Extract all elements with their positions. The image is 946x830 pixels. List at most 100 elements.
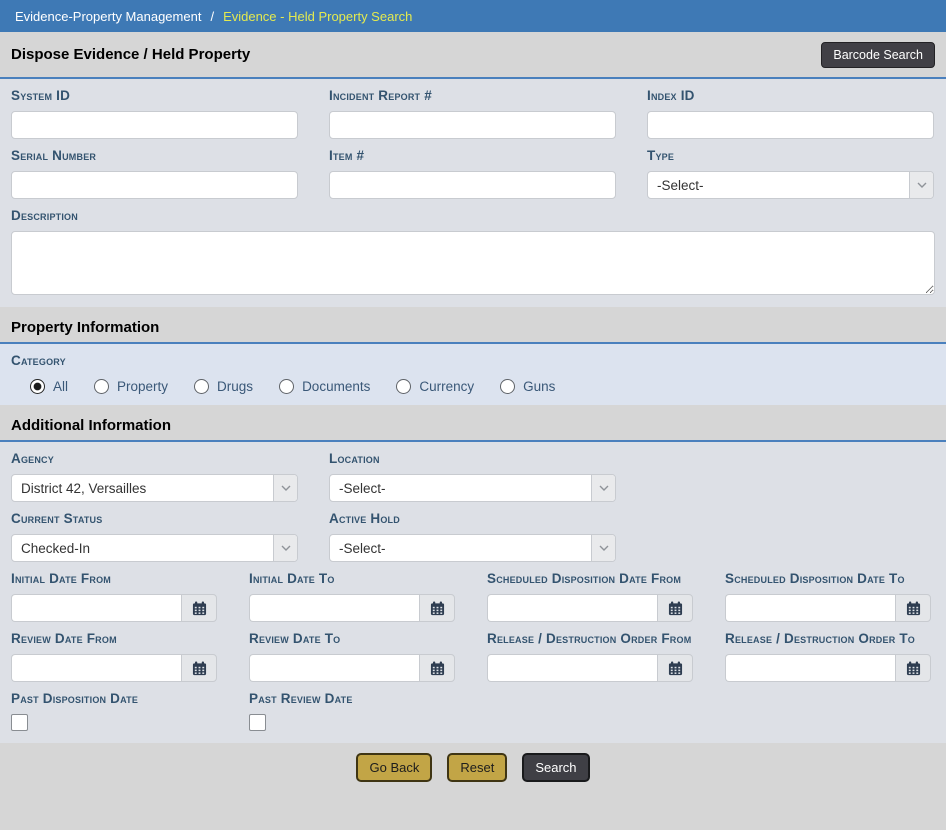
location-field: Location -Select- — [329, 450, 616, 502]
calendar-icon[interactable] — [419, 594, 455, 622]
category-radio-all[interactable] — [30, 379, 45, 394]
release-order-to-label: Release / Destruction Order To — [725, 630, 931, 648]
release-order-from-field: Release / Destruction Order From — [487, 630, 693, 682]
initial-date-to-field: Initial Date To — [249, 570, 455, 622]
description-input[interactable] — [11, 231, 935, 295]
system-id-input[interactable] — [11, 111, 298, 139]
category-option-all-label: All — [53, 379, 68, 394]
agency-field: Agency District 42, Versailles — [11, 450, 298, 502]
category-option-property[interactable]: Property — [94, 379, 168, 394]
past-review-date-checkbox[interactable] — [249, 714, 266, 731]
initial-date-from-field: Initial Date From — [11, 570, 217, 622]
breadcrumb-separator: / — [210, 9, 214, 24]
incident-report-field: Incident Report # — [329, 87, 616, 139]
category-radio-documents[interactable] — [279, 379, 294, 394]
type-select-value: -Select- — [648, 172, 909, 198]
agency-label: Agency — [11, 450, 298, 468]
category-option-guns-label: Guns — [523, 379, 555, 394]
past-review-date-field: Past Review Date — [249, 690, 455, 734]
serial-number-field: Serial Number — [11, 147, 298, 199]
calendar-icon[interactable] — [657, 654, 693, 682]
agency-select-value: District 42, Versailles — [12, 475, 273, 501]
current-status-field: Current Status Checked-In — [11, 510, 298, 562]
agency-select[interactable]: District 42, Versailles — [11, 474, 298, 502]
additional-information-title: Additional Information — [11, 417, 935, 434]
property-information-title: Property Information — [11, 319, 935, 336]
reset-button[interactable]: Reset — [447, 753, 507, 782]
category-option-currency[interactable]: Currency — [396, 379, 474, 394]
category-label: Category — [11, 352, 935, 370]
title-row: Dispose Evidence / Held Property Barcode… — [0, 32, 946, 77]
breadcrumb-parent-link[interactable]: Evidence-Property Management — [15, 9, 201, 24]
active-hold-select-value: -Select- — [330, 535, 591, 561]
category-radio-property[interactable] — [94, 379, 109, 394]
scheduled-disposition-to-field: Scheduled Disposition Date To — [725, 570, 931, 622]
calendar-icon[interactable] — [895, 594, 931, 622]
location-label: Location — [329, 450, 616, 468]
calendar-icon[interactable] — [419, 654, 455, 682]
calendar-icon[interactable] — [181, 594, 217, 622]
index-id-field: Index ID — [647, 87, 934, 139]
incident-report-input[interactable] — [329, 111, 616, 139]
chevron-down-icon — [273, 475, 297, 501]
past-disposition-date-checkbox[interactable] — [11, 714, 28, 731]
barcode-search-button[interactable]: Barcode Search — [821, 42, 935, 68]
scheduled-disposition-to-label: Scheduled Disposition Date To — [725, 570, 931, 588]
review-date-from-label: Review Date From — [11, 630, 217, 648]
search-button[interactable]: Search — [522, 753, 589, 782]
category-radio-group: All Property Drugs Documents Currency Gu… — [11, 379, 935, 394]
calendar-icon[interactable] — [181, 654, 217, 682]
type-select[interactable]: -Select- — [647, 171, 934, 199]
category-option-documents[interactable]: Documents — [279, 379, 370, 394]
release-order-to-input[interactable] — [725, 654, 895, 682]
item-number-input[interactable] — [329, 171, 616, 199]
chevron-down-icon — [591, 535, 615, 561]
serial-number-label: Serial Number — [11, 147, 298, 165]
index-id-input[interactable] — [647, 111, 934, 139]
review-date-to-input[interactable] — [249, 654, 419, 682]
chevron-down-icon — [273, 535, 297, 561]
review-date-from-input[interactable] — [11, 654, 181, 682]
past-disposition-date-label: Past Disposition Date — [11, 690, 217, 708]
category-option-currency-label: Currency — [419, 379, 474, 394]
current-status-select[interactable]: Checked-In — [11, 534, 298, 562]
incident-report-label: Incident Report # — [329, 87, 616, 105]
active-hold-select[interactable]: -Select- — [329, 534, 616, 562]
category-option-all[interactable]: All — [30, 379, 68, 394]
review-date-to-label: Review Date To — [249, 630, 455, 648]
category-option-documents-label: Documents — [302, 379, 370, 394]
serial-number-input[interactable] — [11, 171, 298, 199]
calendar-icon[interactable] — [895, 654, 931, 682]
calendar-icon[interactable] — [657, 594, 693, 622]
additional-information-section: Agency District 42, Versailles Location … — [0, 442, 946, 743]
breadcrumb-current-link[interactable]: Evidence - Held Property Search — [223, 9, 412, 24]
category-option-property-label: Property — [117, 379, 168, 394]
release-order-from-input[interactable] — [487, 654, 657, 682]
additional-information-heading: Additional Information — [0, 405, 946, 440]
category-option-drugs[interactable]: Drugs — [194, 379, 253, 394]
scheduled-disposition-from-input[interactable] — [487, 594, 657, 622]
system-id-label: System ID — [11, 87, 298, 105]
system-id-field: System ID — [11, 87, 298, 139]
initial-date-from-input[interactable] — [11, 594, 181, 622]
category-section: Category All Property Drugs Documents Cu… — [0, 344, 946, 405]
page-title: Dispose Evidence / Held Property — [11, 46, 250, 63]
description-label: Description — [11, 207, 935, 225]
category-option-guns[interactable]: Guns — [500, 379, 555, 394]
initial-date-to-input[interactable] — [249, 594, 419, 622]
review-date-from-field: Review Date From — [11, 630, 217, 682]
category-radio-currency[interactable] — [396, 379, 411, 394]
scheduled-disposition-from-label: Scheduled Disposition Date From — [487, 570, 693, 588]
scheduled-disposition-to-input[interactable] — [725, 594, 895, 622]
location-select[interactable]: -Select- — [329, 474, 616, 502]
active-hold-label: Active Hold — [329, 510, 616, 528]
description-field: Description — [11, 207, 935, 298]
type-field: Type -Select- — [647, 147, 934, 199]
release-order-from-label: Release / Destruction Order From — [487, 630, 693, 648]
go-back-button[interactable]: Go Back — [356, 753, 432, 782]
category-radio-drugs[interactable] — [194, 379, 209, 394]
item-number-field: Item # — [329, 147, 616, 199]
past-review-date-label: Past Review Date — [249, 690, 455, 708]
index-id-label: Index ID — [647, 87, 934, 105]
category-radio-guns[interactable] — [500, 379, 515, 394]
